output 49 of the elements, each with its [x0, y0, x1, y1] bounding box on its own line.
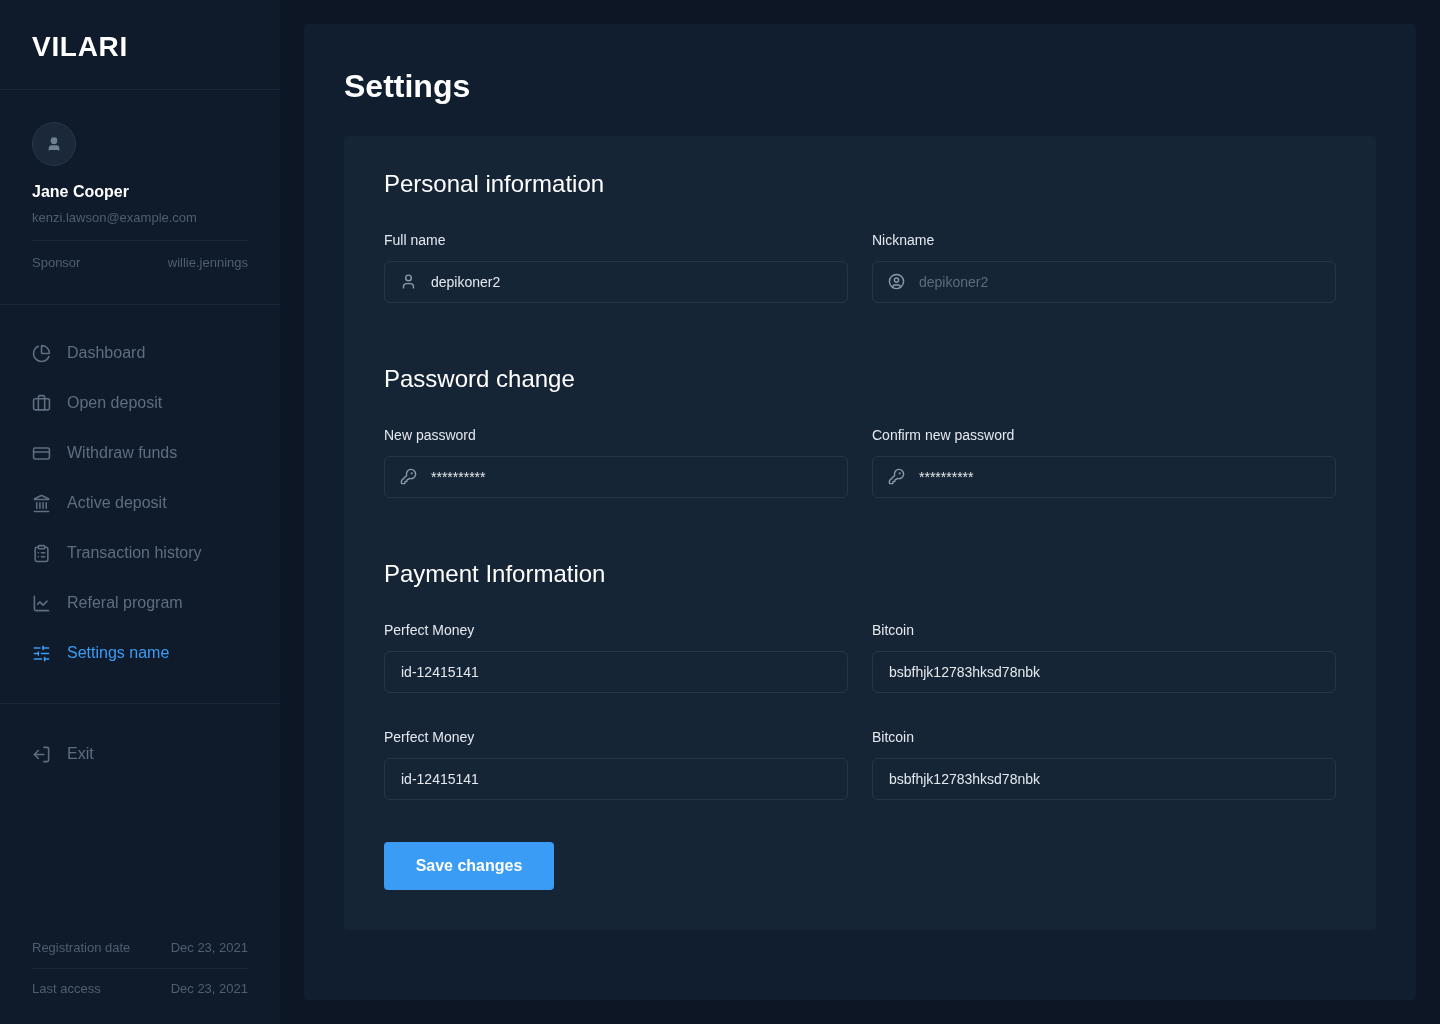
section-title: Personal information [384, 169, 606, 199]
bank-icon [32, 493, 51, 513]
section-title: Payment Information [384, 559, 607, 589]
field-label: Nickname [872, 231, 936, 250]
field-label: Full name [384, 231, 447, 250]
nav-item[interactable]: Referal program [32, 591, 248, 615]
briefcase-icon [32, 393, 51, 413]
field-label: Bitcoin [872, 621, 916, 640]
field-label: Confirm new password [872, 426, 1016, 445]
nav-item[interactable]: Active deposit [32, 491, 248, 515]
nav-item[interactable]: Settings name [32, 641, 248, 665]
sliders-icon [32, 643, 51, 663]
sponsor-value: willie.jennings [167, 253, 248, 272]
sponsor-label: Sponsor [32, 253, 81, 272]
input-field[interactable]: id-12415141 [384, 651, 848, 693]
user-icon [400, 273, 417, 290]
field-label: Perfect Money [384, 728, 476, 747]
input-field[interactable]: depikoner2 [872, 261, 1336, 303]
key-icon [400, 468, 417, 485]
pie-chart-icon [32, 343, 51, 363]
nav-item[interactable]: Transaction history [32, 541, 248, 565]
input-field[interactable]: id-12415141 [384, 758, 848, 800]
meta-label: Last access [32, 979, 101, 998]
nav-item[interactable]: Open deposit [32, 391, 248, 415]
input-field[interactable]: ********** [384, 456, 848, 498]
logo: VILARI [32, 31, 128, 62]
section-title: Password change [384, 364, 576, 394]
exit-icon [32, 744, 51, 764]
meta-value: Dec 23, 2021 [170, 979, 248, 998]
exit-link[interactable]: Exit [32, 742, 248, 766]
input-field[interactable]: depikoner2 [384, 261, 848, 303]
user-circle-icon [888, 273, 905, 290]
page-title: Settings [344, 67, 472, 106]
field-label: Bitcoin [872, 728, 916, 747]
input-field[interactable]: bsbfhjk12783hksd78nbk [872, 758, 1336, 800]
user-name: Jane Cooper [32, 182, 130, 202]
nav-item[interactable]: Dashboard [32, 341, 248, 365]
field-label: Perfect Money [384, 621, 476, 640]
input-field[interactable]: ********** [872, 456, 1336, 498]
field-label: New password [384, 426, 477, 445]
nav-item[interactable]: Withdraw funds [32, 441, 248, 465]
person-icon [46, 136, 62, 152]
meta-label: Registration date [32, 939, 131, 957]
meta-value: Dec 23, 2021 [170, 939, 248, 957]
clipboard-icon [32, 543, 51, 563]
key-icon [888, 468, 905, 485]
line-chart-icon [32, 593, 51, 613]
input-field[interactable]: bsbfhjk12783hksd78nbk [872, 651, 1336, 693]
user-email: kenzi.lawson@example.com [32, 209, 198, 227]
